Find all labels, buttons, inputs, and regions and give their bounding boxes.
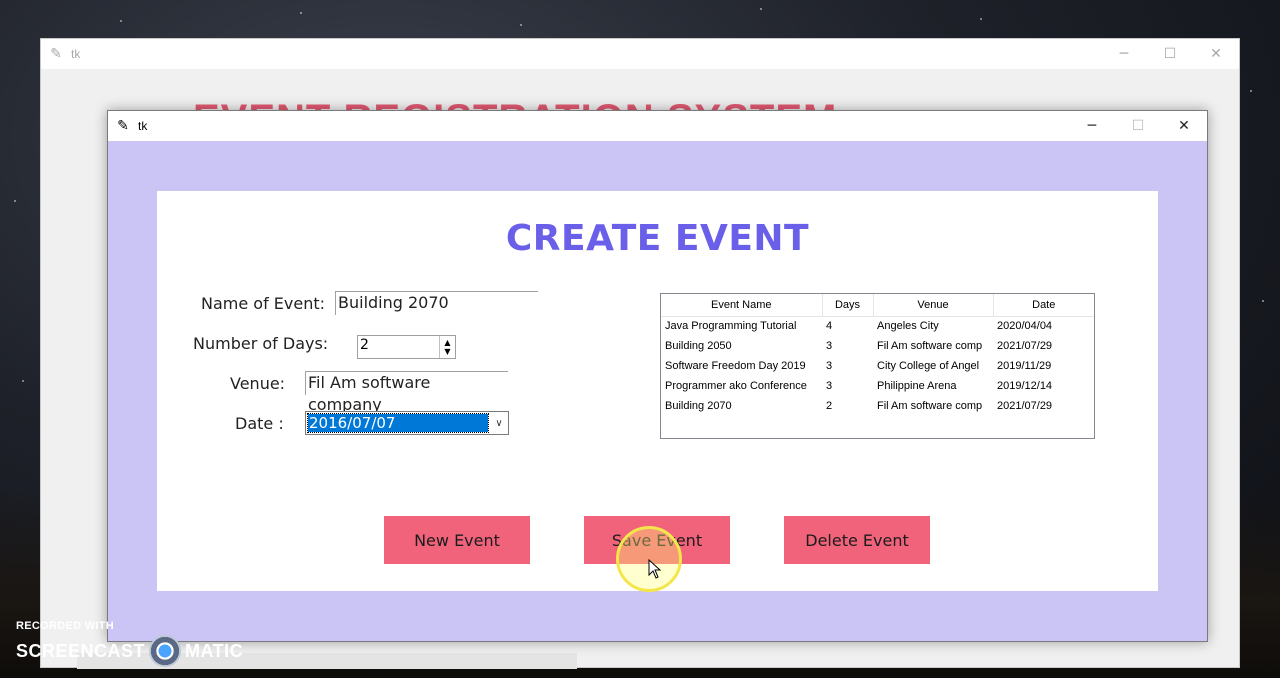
table-cell: Angeles City [877, 320, 939, 333]
feather-icon: ✎ [50, 46, 62, 62]
watermark-line1: RECORDED WITH [16, 620, 115, 632]
table-cell: Java Programming Tutorial [665, 320, 797, 333]
table-row[interactable]: Java Programming Tutorial 4 Angeles City… [661, 316, 1094, 336]
venue-input[interactable]: Fil Am software company [305, 371, 508, 414]
table-cell: 2019/12/14 [997, 380, 1053, 392]
table-cell: City College of Angel [877, 360, 980, 372]
table-header-row: Event Name Days Venue Date [661, 294, 1094, 317]
table-cell: Fil Am software comp [877, 400, 983, 412]
column-days[interactable]: Days [822, 294, 874, 317]
table-row[interactable]: Software Freedom Day 2019 3 City College… [661, 356, 1094, 376]
table-cell: 4 [826, 320, 833, 333]
column-event-name[interactable]: Event Name [661, 294, 823, 317]
background-titlebar: ✎ tk ─ ☐ ✕ [41, 39, 1239, 69]
table-cell: Building 2050 [665, 340, 732, 352]
watermark-right: MATIC [185, 640, 244, 661]
table-cell: 2 [826, 400, 833, 412]
table-cell: 2021/07/29 [997, 340, 1053, 352]
new-event-button[interactable]: New Event [384, 516, 530, 564]
watermark-left: SCREENCAST [16, 640, 146, 661]
venue-label: Venue: [230, 374, 286, 393]
table-cell: 3 [826, 380, 833, 392]
column-date[interactable]: Date [993, 294, 1094, 317]
window-titlebar: ✎ tk ─ ☐ ✕ [108, 111, 1207, 141]
days-spinbox[interactable]: 2 ▲ ▼ [357, 335, 456, 359]
close-button[interactable]: ✕ [1161, 111, 1207, 141]
event-name-input[interactable]: Building 2070 [335, 291, 538, 315]
name-label: Name of Event: [201, 294, 326, 313]
feather-icon: ✎ [117, 118, 129, 134]
minimize-icon[interactable]: ─ [1101, 39, 1147, 69]
table-cell: 2019/11/29 [997, 360, 1052, 372]
background-window-title: tk [71, 47, 81, 61]
events-table[interactable]: Event Name Days Venue Date Java Programm… [660, 293, 1095, 439]
table-cell: Building 2070 [665, 400, 732, 412]
table-cell: 2020/04/04 [997, 320, 1053, 333]
minimize-button[interactable]: ─ [1069, 111, 1115, 141]
table-cell: Programmer ako Conference [665, 380, 807, 392]
spin-arrows-icon[interactable]: ▲ ▼ [439, 336, 455, 358]
window-title: tk [138, 119, 148, 133]
date-combobox[interactable]: 2016/07/07 ∨ [305, 411, 509, 435]
delete-event-button[interactable]: Delete Event [784, 516, 930, 564]
column-venue[interactable]: Venue [873, 294, 994, 317]
date-value: 2016/07/07 [307, 413, 489, 433]
days-label: Number of Days: [193, 334, 329, 353]
screencast-logo-icon [149, 635, 182, 667]
table-row[interactable]: Building 2070 2 Fil Am software comp 202… [661, 396, 1094, 416]
page-title: CREATE EVENT [505, 218, 810, 259]
table-row[interactable]: Programmer ako Conference 3 Philippine A… [661, 376, 1094, 396]
chevron-down-icon[interactable]: ∨ [490, 412, 508, 434]
screencast-watermark: RECORDED WITH SCREENCAST MATIC [16, 620, 243, 667]
table-cell: Philippine Arena [877, 380, 957, 392]
table-cell: Fil Am software comp [877, 340, 983, 352]
table-row[interactable]: Building 2050 3 Fil Am software comp 202… [661, 336, 1094, 356]
table-cell: 3 [826, 360, 833, 372]
close-icon[interactable]: ✕ [1193, 39, 1239, 69]
date-label: Date : [235, 414, 284, 433]
table-cell: 3 [826, 340, 833, 352]
maximize-icon[interactable]: ☐ [1147, 39, 1193, 69]
days-value: 2 [360, 337, 369, 353]
table-cell: Software Freedom Day 2019 [665, 360, 806, 372]
maximize-button[interactable]: ☐ [1115, 111, 1161, 141]
mouse-pointer-icon [648, 559, 662, 579]
table-cell: 2021/07/29 [997, 400, 1053, 412]
